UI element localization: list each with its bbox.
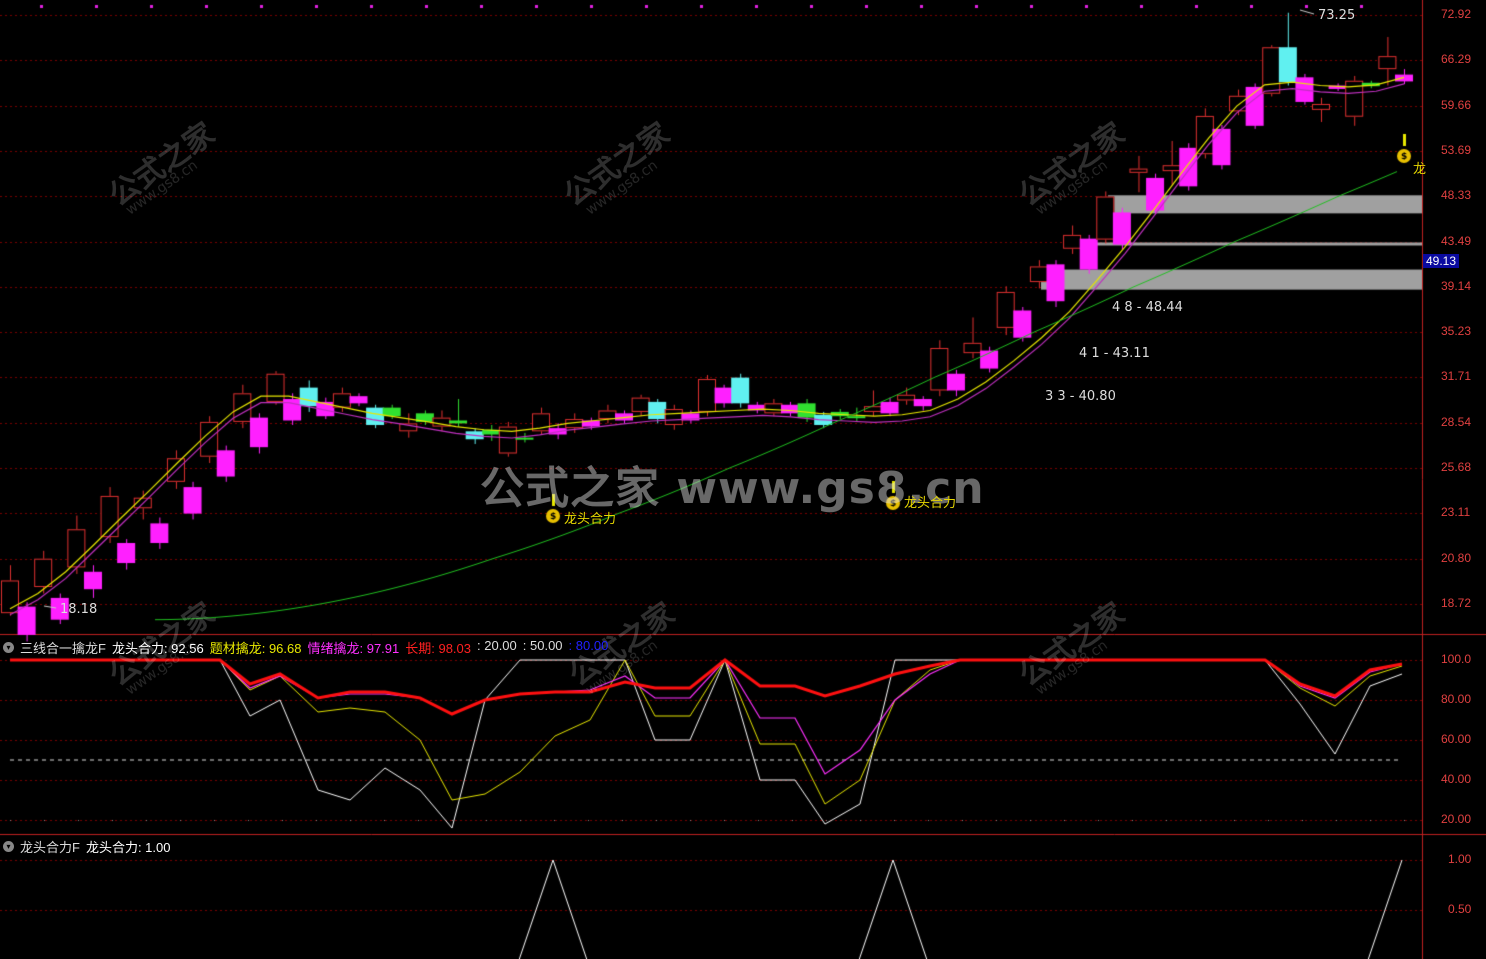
indicator-value: 情绪擒龙: 97.91 (307, 640, 400, 656)
axis-tick-label: 59.66 (1441, 97, 1472, 112)
signal-label-1: 龙头合力 (564, 512, 617, 527)
axis-tick-label: 25.68 (1441, 460, 1472, 475)
axis-tick-label: 18.72 (1441, 596, 1472, 610)
zone-label-2: 4 1 - 43.11 (1079, 346, 1150, 361)
high-annotation: 73.25 (1318, 8, 1356, 23)
zone-label-1: 4 8 - 48.44 (1112, 300, 1183, 315)
indicator-value: 题材擒龙: 96.68 (209, 640, 302, 656)
axis-tick-label: 28.54 (1441, 414, 1472, 429)
indicator-value: 长期: 98.03 (405, 640, 472, 656)
axis-tick-label: 31.71 (1441, 369, 1472, 384)
axis-tick-label: 60.00 (1441, 732, 1472, 746)
axis-tick-label: 35.23 (1441, 324, 1472, 339)
axis-tick-label: 43.49 (1441, 233, 1472, 248)
axis-tick-label: 48.33 (1441, 188, 1472, 203)
axis-tick-label: 66.29 (1441, 52, 1472, 67)
axis-tick-label: 1.00 (1448, 852, 1472, 866)
axis-tick-label: 72.92 (1441, 7, 1472, 21)
collapse-icon[interactable]: ▾ (3, 641, 14, 653)
axis-tick-label: 100.0 (1441, 652, 1472, 666)
indicator-value: : 20.00 (477, 637, 517, 653)
indicator-value: : 80.00 (568, 637, 609, 653)
axis-tick-label: 40.00 (1441, 772, 1472, 786)
axis-tick-label: 53.69 (1441, 142, 1472, 157)
axis-tick-label: 20.80 (1441, 550, 1472, 565)
axis-tick-label: 80.00 (1441, 692, 1472, 706)
collapse-icon[interactable]: ▾ (3, 840, 14, 852)
indicator-value: 龙头合力: 1.00 (85, 839, 171, 855)
current-price-tag: 49.13 (1423, 254, 1460, 268)
axis-tick-label: 20.00 (1441, 812, 1472, 826)
panel2-title[interactable]: 三线合一擒龙F (20, 638, 106, 657)
chart-canvas[interactable] (0, 0, 1486, 959)
signal-label-2: 龙头合力 (904, 496, 957, 511)
panel2-header: ▾ 三线合一擒龙F 龙头合力: 92.56 题材擒龙: 96.68 情绪擒龙: 97… (0, 638, 608, 656)
zone-label-3: 3 3 - 40.80 (1045, 389, 1116, 404)
panel3-title[interactable]: 龙头合力F (20, 837, 80, 856)
panel3-header: ▾ 龙头合力F 龙头合力: 1.00 (0, 837, 170, 855)
indicator-value: 龙头合力: 92.56 (111, 640, 204, 656)
axis-tick-label: 39.14 (1441, 278, 1472, 293)
axis-tick-label: 23.11 (1441, 505, 1471, 520)
low-annotation: 18.18 (60, 602, 98, 617)
indicator-value: : 50.00 (522, 637, 563, 653)
axis-tick-label: 0.50 (1448, 902, 1472, 916)
signal-label-3: 龙 (1413, 162, 1427, 177)
